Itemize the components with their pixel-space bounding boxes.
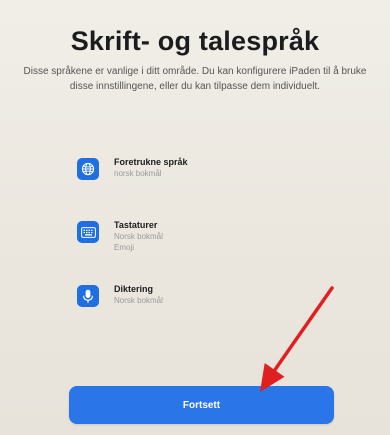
microphone-icon [77,285,99,307]
setting-value: Norsk bokmål [114,232,163,241]
continue-button[interactable]: Fortsett [69,386,334,424]
setting-value: Emoji [114,243,135,252]
setting-title: Tastaturer [114,220,158,230]
keyboard-icon [77,221,99,243]
setting-item-preferred-languages: Foretrukne språk norsk bokmål [77,156,188,180]
setting-item-dictation: Diktering Norsk bokmål [77,283,163,307]
setting-value: Norsk bokmål [114,296,163,305]
setting-value: norsk bokmål [114,169,162,178]
setting-item-keyboards: Tastaturer Norsk bokmål Emoji [77,219,163,253]
page-title: Skrift- og talespråk [70,26,320,56]
globe-icon [77,158,99,180]
setup-screen: Skrift- og talespråk Disse språkene er v… [0,0,390,435]
setting-title: Foretrukne språk [114,157,188,167]
setting-title: Diktering [114,284,154,294]
page-subtitle: Disse språkene er vanlige i ditt område.… [23,66,367,92]
